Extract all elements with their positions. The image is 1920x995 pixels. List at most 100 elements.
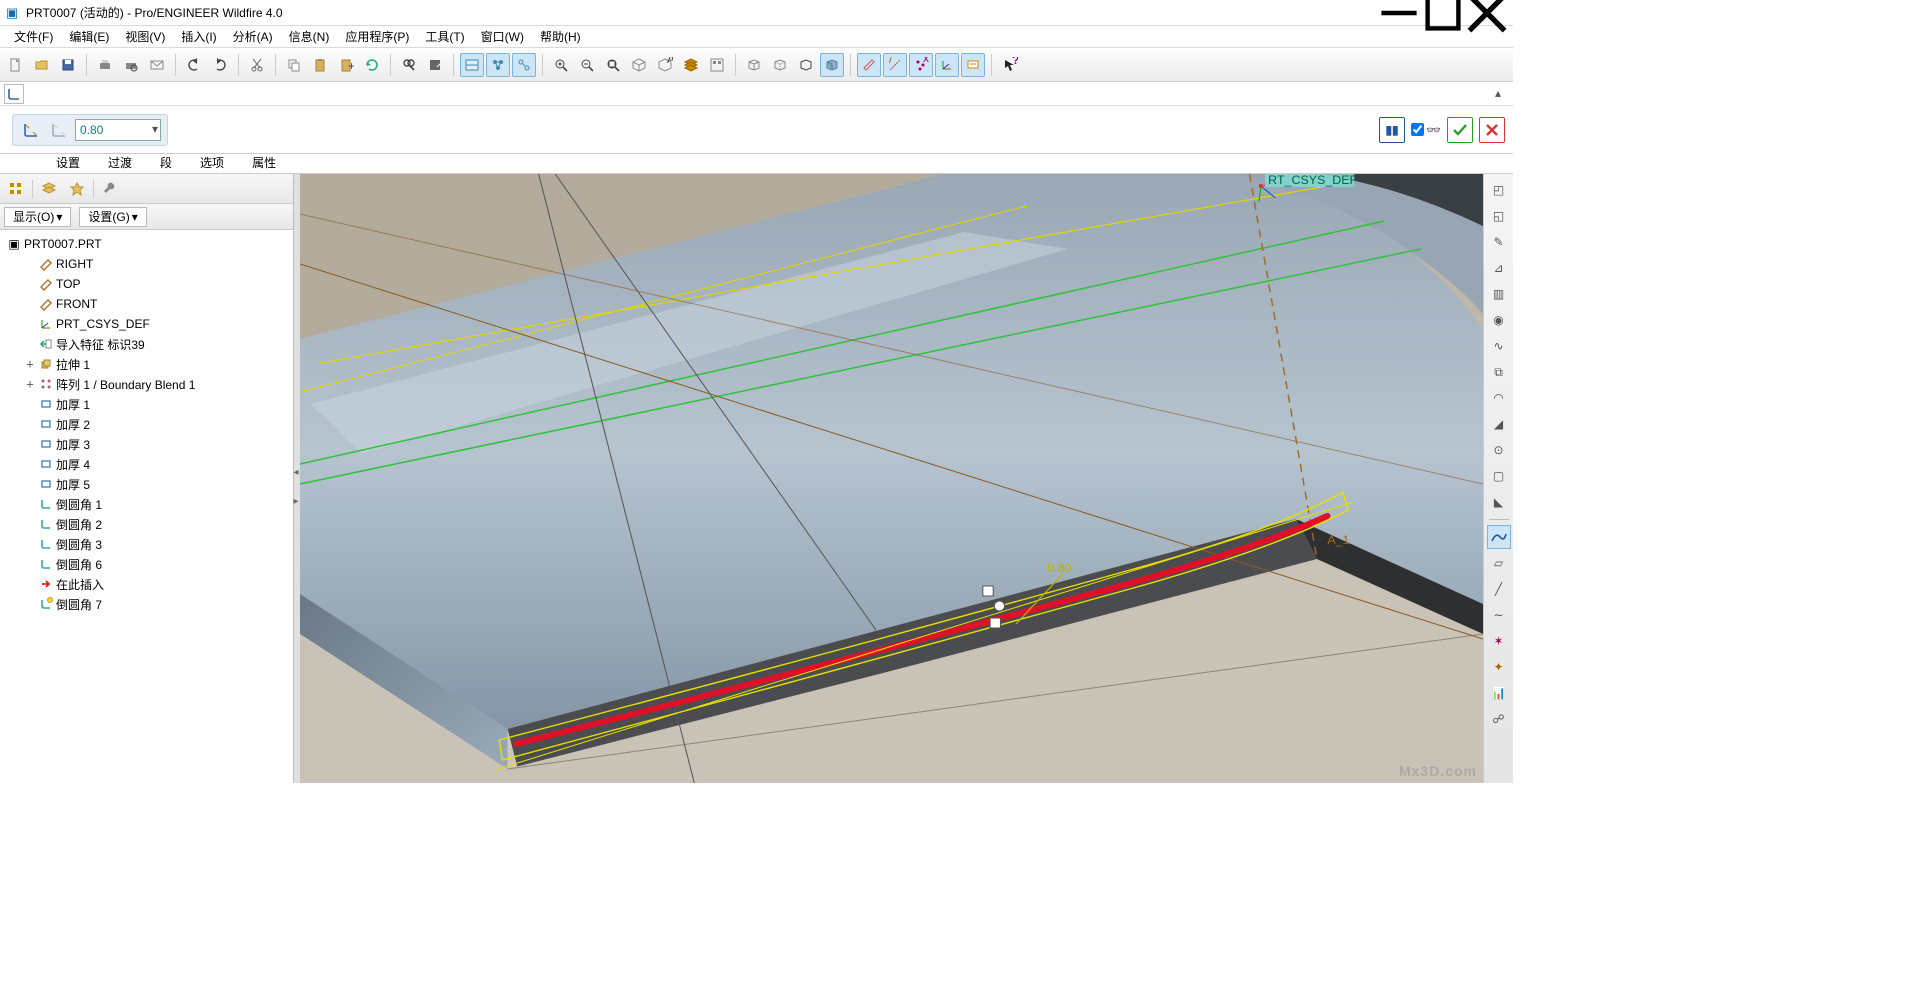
copy-button[interactable] (282, 53, 306, 77)
rt-plane[interactable]: ◰ (1487, 178, 1511, 202)
rt-revolve[interactable]: ◉ (1487, 308, 1511, 332)
menu-file[interactable]: 文件(F) (6, 26, 61, 47)
rt-sketch[interactable]: ✎ (1487, 230, 1511, 254)
hidden-line-button[interactable] (768, 53, 792, 77)
tab-sets[interactable]: 设置 (52, 152, 84, 173)
rt-curve1[interactable] (1487, 525, 1511, 549)
menu-tools[interactable]: 工具(T) (417, 26, 472, 47)
preview-checkbox[interactable]: 👓 (1411, 123, 1441, 137)
csys-toggle[interactable] (935, 53, 959, 77)
rt-draft[interactable]: ◣ (1487, 490, 1511, 514)
tree-item[interactable]: RIGHT (2, 254, 291, 274)
rt-shell[interactable]: ▢ (1487, 464, 1511, 488)
rt-chain[interactable]: ☍ (1487, 707, 1511, 731)
shaded-button[interactable] (820, 53, 844, 77)
round-type-conic-button[interactable] (47, 118, 71, 142)
wireframe-button[interactable] (742, 53, 766, 77)
tree-layers-button[interactable] (37, 177, 61, 201)
expander-icon[interactable]: + (24, 377, 36, 391)
rt-round[interactable]: ◠ (1487, 386, 1511, 410)
rt-datum-plane[interactable]: ▱ (1487, 551, 1511, 575)
tree-item[interactable]: FRONT (2, 294, 291, 314)
tree-root[interactable]: ▣ PRT0007.PRT (2, 234, 291, 254)
ok-button[interactable] (1447, 117, 1473, 143)
orient-button[interactable] (627, 53, 651, 77)
tree-show-dropdown[interactable]: 显示(O)▾ (4, 207, 71, 227)
round-radius-input[interactable]: 0.80 ▾ (75, 119, 161, 141)
tree-item[interactable]: 倒圆角 3 (2, 534, 291, 554)
view-manager-button[interactable] (705, 53, 729, 77)
tree-item[interactable]: 加厚 4 (2, 454, 291, 474)
tree-item[interactable]: PRT_CSYS_DEF (2, 314, 291, 334)
redo-button[interactable] (208, 53, 232, 77)
graphics-viewport[interactable]: 0.80 RT_CSYS_DEF A_1 Mx3D.com (300, 174, 1483, 783)
tree-tools-button[interactable] (98, 177, 122, 201)
rt-datum-curve[interactable]: ∼ (1487, 603, 1511, 627)
tree-item[interactable]: 在此插入 (2, 574, 291, 594)
menu-window[interactable]: 窗口(W) (473, 26, 532, 47)
rt-blend[interactable]: ⧉ (1487, 360, 1511, 384)
rt-hole[interactable]: ⊙ (1487, 438, 1511, 462)
print-preview-button[interactable] (119, 53, 143, 77)
select-filter-button[interactable] (423, 53, 447, 77)
tree-item[interactable]: 倒圆角 1 (2, 494, 291, 514)
tree-item[interactable]: 导入特征 标识39 (2, 334, 291, 354)
rt-extrude[interactable]: ▥ (1487, 282, 1511, 306)
menu-info[interactable]: 信息(N) (281, 26, 338, 47)
cancel-button[interactable] (1479, 117, 1505, 143)
menu-help[interactable]: 帮助(H) (532, 26, 589, 47)
menu-view[interactable]: 视图(V) (117, 26, 173, 47)
rt-merge[interactable]: ⊿ (1487, 256, 1511, 280)
paste-button[interactable] (308, 53, 332, 77)
tree-item[interactable]: 加厚 2 (2, 414, 291, 434)
email-button[interactable] (145, 53, 169, 77)
tab-properties[interactable]: 属性 (248, 152, 280, 173)
save-button[interactable] (56, 53, 80, 77)
tree-item[interactable]: 倒圆角 6 (2, 554, 291, 574)
layers-button[interactable] (679, 53, 703, 77)
tree-item[interactable]: TOP (2, 274, 291, 294)
no-hidden-button[interactable] (794, 53, 818, 77)
tree-item[interactable]: +拉伸 1 (2, 354, 291, 374)
tree-favorites-button[interactable] (65, 177, 89, 201)
print-button[interactable] (93, 53, 117, 77)
tree-view-button[interactable] (4, 177, 28, 201)
find-button[interactable] (397, 53, 421, 77)
expander-icon[interactable]: + (24, 357, 36, 371)
tree-item[interactable]: 倒圆角 7 (2, 594, 291, 614)
tab-options[interactable]: 选项 (196, 152, 228, 173)
tree-item[interactable]: +阵列 1 / Boundary Blend 1 (2, 374, 291, 394)
menu-edit[interactable]: 编辑(E) (61, 26, 117, 47)
tree-item[interactable]: 加厚 1 (2, 394, 291, 414)
paste-special-button[interactable]: + (334, 53, 358, 77)
display-mode-1[interactable] (460, 53, 484, 77)
tree-item[interactable]: 倒圆角 2 (2, 514, 291, 534)
display-mode-2[interactable] (486, 53, 510, 77)
tree-settings-dropdown[interactable]: 设置(G)▾ (79, 207, 146, 227)
round-type-circular-button[interactable] (19, 118, 43, 142)
menu-insert[interactable]: 插入(I) (173, 26, 224, 47)
dashboard-round-icon[interactable] (4, 84, 24, 104)
zoom-fit-button[interactable] (601, 53, 625, 77)
minimize-button[interactable] (1377, 0, 1421, 26)
datum-point-toggle[interactable]: x (909, 53, 933, 77)
pause-button[interactable]: ▮▮ (1379, 117, 1405, 143)
datum-plane-toggle[interactable] (857, 53, 881, 77)
cut-button[interactable] (245, 53, 269, 77)
close-button[interactable] (1465, 0, 1509, 26)
rt-datum-point[interactable]: ✶ (1487, 629, 1511, 653)
model-tree[interactable]: ▣ PRT0007.PRT RIGHTTOPFRONTPRT_CSYS_DEF导… (0, 230, 293, 783)
rt-csys[interactable]: ✦ (1487, 655, 1511, 679)
datum-axis-toggle[interactable]: / (883, 53, 907, 77)
undo-button[interactable] (182, 53, 206, 77)
rt-analysis[interactable]: 📊 (1487, 681, 1511, 705)
rt-chamfer[interactable]: ◢ (1487, 412, 1511, 436)
rt-sweep[interactable]: ∿ (1487, 334, 1511, 358)
regen-button[interactable] (360, 53, 384, 77)
tree-item[interactable]: 加厚 3 (2, 434, 291, 454)
menu-analysis[interactable]: 分析(A) (225, 26, 281, 47)
rt-plane2[interactable]: ◱ (1487, 204, 1511, 228)
menu-applications[interactable]: 应用程序(P) (337, 26, 417, 47)
maximize-button[interactable] (1421, 0, 1465, 26)
saved-views-button[interactable]: AB (653, 53, 677, 77)
